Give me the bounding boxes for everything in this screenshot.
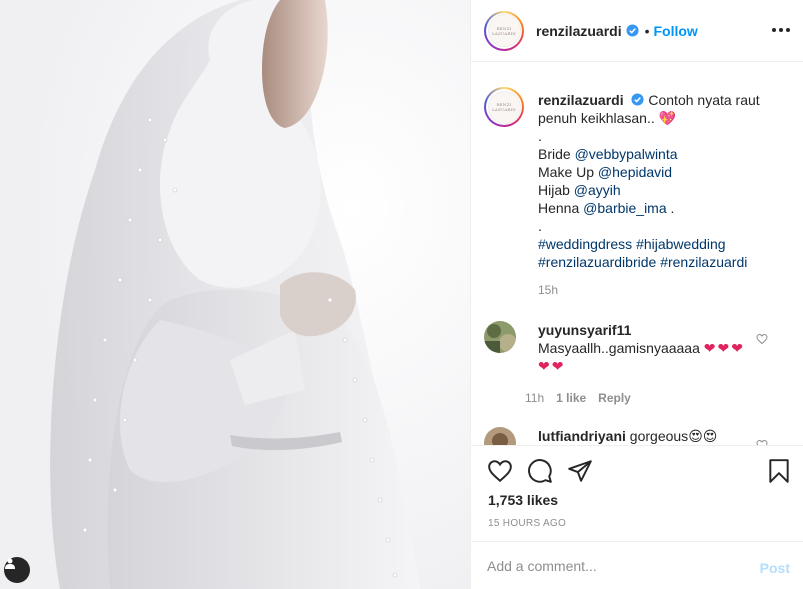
caption-timestamp[interactable]: 15h [538,283,558,297]
comment-text: Masyaallh..gamisnyaaaaa [538,340,700,356]
caption-avatar-logo-text: RENZI LAZUARDI [487,90,521,124]
commenter-username[interactable]: yuyunsyarif11 [538,321,766,339]
comment-timestamp[interactable]: 11h [525,391,544,405]
follow-button[interactable]: Follow [654,23,698,39]
hijab-mention-link[interactable]: @ayyih [574,182,621,198]
makeup-mention-link[interactable]: @hepidavid [598,164,672,180]
comment-like-count[interactable]: 1 like [556,391,586,405]
hashtag-link[interactable]: #hijabwedding [636,236,726,252]
caption-dot-2: . [538,218,542,234]
comment-bubble-icon[interactable] [527,458,553,484]
caption-dot-1: . [538,128,542,144]
comment-input[interactable] [487,557,747,574]
comment-item: yuyunsyarif11 Masyaallh..gamisnyaaaaa ❤❤… [484,321,794,375]
header-separator: • [644,22,650,39]
hijab-label: Hijab [538,182,570,198]
like-heart-icon[interactable] [487,458,513,484]
more-options-icon[interactable] [772,21,790,39]
caption-author-avatar[interactable]: RENZI LAZUARDI [484,87,524,127]
likes-count[interactable]: 1,753 likes [488,492,558,508]
verified-badge-icon [626,24,639,37]
comments-area[interactable]: RENZI LAZUARDI renzilazuardi Contoh nyat… [471,63,803,445]
save-bookmark-icon[interactable] [766,458,792,484]
henna-label: Henna [538,200,580,216]
tagged-users-icon[interactable] [4,557,30,583]
commenter-username[interactable]: lutfiandriyani [538,428,626,444]
hashtag-link[interactable]: #renzilazuardibride [538,254,656,270]
caption-text-line1: Contoh nyata raut [648,92,760,108]
comment-emojis: ❤❤❤ [703,340,745,356]
share-paper-plane-icon[interactable] [567,458,593,484]
henna-dot: . [670,200,675,216]
comment-emojis: ❤❤ [538,358,566,374]
post-timestamp[interactable]: 15 HOURS AGO [488,518,566,529]
post-caption: RENZI LAZUARDI renzilazuardi Contoh nyat… [484,87,794,271]
post-photo[interactable] [0,0,470,589]
comment-like-heart-icon[interactable] [756,333,768,345]
post-comment-button[interactable]: Post [760,560,790,576]
post-details-panel: RENZI LAZUARDI renzilazuardi • Follow RE… [470,0,803,589]
comment-item: lutfiandriyani gorgeous😍😍 [484,427,794,445]
instagram-post: RENZI LAZUARDI renzilazuardi • Follow RE… [0,0,803,589]
caption-heart-emoji: 💖 [658,110,677,126]
caption-body: renzilazuardi Contoh nyata raut penuh ke… [538,91,788,271]
bride-label: Bride [538,146,571,162]
comment-meta: 11h 1 like Reply [525,391,631,405]
hashtag-link[interactable]: #renzilazuardi [660,254,747,270]
bride-photo-illustration [0,0,470,589]
caption-username[interactable]: renzilazuardi [538,92,624,108]
hashtag-link[interactable]: #weddingdress [538,236,632,252]
author-username[interactable]: renzilazuardi [536,23,622,39]
commenter-avatar[interactable] [484,427,516,445]
avatar-logo-text: RENZI LAZUARDI [487,14,521,47]
henna-mention-link[interactable]: @barbie_ima [583,200,666,216]
caption-verified-badge-icon [631,93,645,106]
comment-text: gorgeous [629,428,689,444]
commenter-avatar[interactable] [484,321,516,353]
caption-text-line2: penuh keikhlasan.. [538,110,655,126]
author-avatar[interactable]: RENZI LAZUARDI [484,10,524,51]
bride-mention-link[interactable]: @vebbypalwinta [575,146,678,162]
comment-emojis: 😍😍 [688,428,718,444]
add-comment-bar: Post [471,541,803,589]
makeup-label: Make Up [538,164,595,180]
post-actions: 1,753 likes 15 HOURS AGO [471,445,803,541]
reply-button[interactable]: Reply [598,391,631,405]
post-header: RENZI LAZUARDI renzilazuardi • Follow [471,0,803,62]
